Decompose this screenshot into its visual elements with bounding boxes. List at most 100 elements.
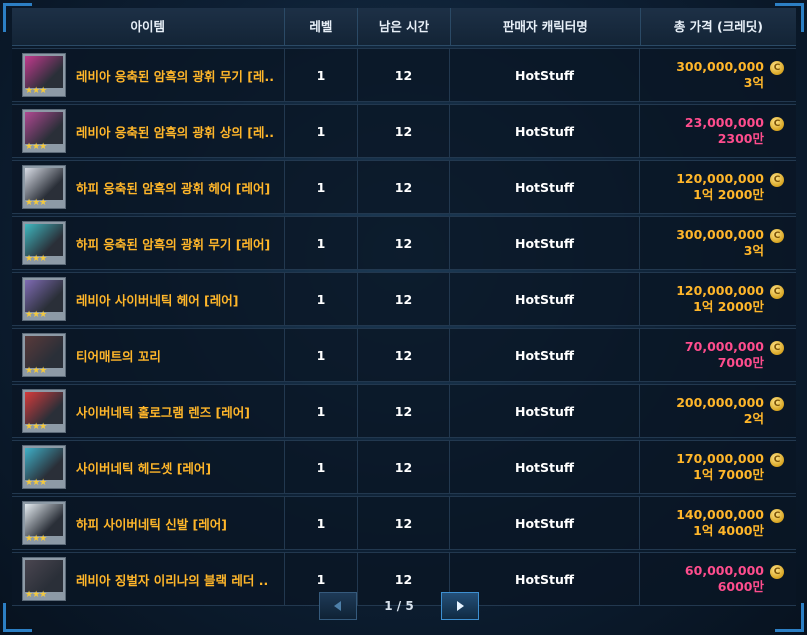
credit-coin-icon: C xyxy=(770,453,784,467)
item-name[interactable]: 사이버네틱 헤드셋 [레어] xyxy=(76,458,211,477)
item-level: 1 xyxy=(316,459,326,475)
price-full: 140,000,000 xyxy=(676,507,764,522)
header-total-price[interactable]: 총 가격 (크레딧) xyxy=(641,8,796,45)
price-full: 60,000,000 xyxy=(684,563,764,578)
price: 120,000,000 1억 2000만 xyxy=(676,171,764,203)
rarity-stars: ★★★ xyxy=(25,198,47,208)
item-name[interactable]: 하피 응축된 암흑의 광휘 무기 [레어] xyxy=(76,234,270,253)
price-cell: 300,000,000 3억 C xyxy=(640,49,796,101)
seller-name: HotStuff xyxy=(514,291,575,307)
rarity-stars: ★★★ xyxy=(25,254,47,264)
price-cell: 120,000,000 1억 2000만 C xyxy=(640,273,796,325)
seller-cell: HotStuff xyxy=(450,385,640,437)
weapon-icon xyxy=(25,56,63,88)
item-name[interactable]: 하피 사이버네틱 신발 [레어] xyxy=(76,514,227,533)
table-body: ★★★ 레비아 응축된 암흑의 광휘 무기 [레.. 1 12 HotStuff… xyxy=(12,48,796,606)
item-name[interactable]: 하피 응축된 암흑의 광휘 헤어 [레어] xyxy=(76,178,270,197)
price: 23,000,000 2300만 xyxy=(685,115,764,147)
table-header: 아이템 레벨 남은 시간 판매자 캐릭터명 총 가격 (크레딧) xyxy=(12,8,796,46)
header-item[interactable]: 아이템 xyxy=(12,8,285,45)
time-cell: 12 xyxy=(358,273,450,325)
item-icon[interactable]: ★★★ xyxy=(22,557,66,601)
header-level[interactable]: 레벨 xyxy=(285,8,359,45)
level-cell: 1 xyxy=(285,441,358,493)
seller-cell: HotStuff xyxy=(450,49,640,101)
table-row[interactable]: ★★★ 레비아 사이버네틱 헤어 [레어] 1 12 HotStuff 120,… xyxy=(12,272,796,326)
price-cell: 60,000,000 6000만 C xyxy=(640,553,796,605)
table-row[interactable]: ★★★ 사이버네틱 헤드셋 [레어] 1 12 HotStuff 170,000… xyxy=(12,440,796,494)
item-name[interactable]: 사이버네틱 홀로그램 렌즈 [레어] xyxy=(76,402,250,421)
price-full: 23,000,000 xyxy=(684,115,764,130)
item-level: 1 xyxy=(316,403,326,419)
item-name[interactable]: 레비아 징벌자 이리나의 블랙 레더 .. xyxy=(76,570,268,589)
item-icon[interactable]: ★★★ xyxy=(22,333,66,377)
pagination: 1 / 5 xyxy=(319,591,479,621)
item-name[interactable]: 레비아 사이버네틱 헤어 [레어] xyxy=(76,290,238,309)
headset-icon xyxy=(25,448,63,480)
seller-cell: HotStuff xyxy=(450,497,640,549)
item-icon[interactable]: ★★★ xyxy=(22,165,66,209)
arrow-left-icon xyxy=(334,601,341,611)
price-full: 200,000,000 xyxy=(676,395,764,410)
time-cell: 12 xyxy=(358,161,450,213)
time-left: 12 xyxy=(394,179,413,195)
price-cell: 140,000,000 1억 4000만 C xyxy=(640,497,796,549)
item-icon[interactable]: ★★★ xyxy=(22,389,66,433)
price-short: 7000만 xyxy=(717,355,764,370)
item-level: 1 xyxy=(316,179,326,195)
item-cell: ★★★ 레비아 사이버네틱 헤어 [레어] xyxy=(12,273,285,325)
item-name[interactable]: 티어매트의 꼬리 xyxy=(76,346,161,365)
seller-cell: HotStuff xyxy=(450,441,640,493)
seller-name: HotStuff xyxy=(514,515,575,531)
header-seller[interactable]: 판매자 캐릭터명 xyxy=(451,8,641,45)
item-cell: ★★★ 사이버네틱 홀로그램 렌즈 [레어] xyxy=(12,385,285,437)
item-name[interactable]: 레비아 응축된 암흑의 광휘 상의 [레.. xyxy=(76,122,274,141)
next-page-button[interactable] xyxy=(441,592,479,620)
arrow-right-icon xyxy=(457,601,464,611)
table-row[interactable]: ★★★ 사이버네틱 홀로그램 렌즈 [레어] 1 12 HotStuff 200… xyxy=(12,384,796,438)
item-icon[interactable]: ★★★ xyxy=(22,53,66,97)
auction-table: 아이템 레벨 남은 시간 판매자 캐릭터명 총 가격 (크레딧) ★★★ 레비아… xyxy=(12,8,796,606)
price-short: 2억 xyxy=(743,411,764,426)
item-icon[interactable]: ★★★ xyxy=(22,445,66,489)
time-left: 12 xyxy=(394,235,413,251)
time-cell: 12 xyxy=(358,217,450,269)
price: 120,000,000 1억 2000만 xyxy=(676,283,764,315)
table-row[interactable]: ★★★ 하피 응축된 암흑의 광휘 무기 [레어] 1 12 HotStuff … xyxy=(12,216,796,270)
time-left: 12 xyxy=(394,459,413,475)
item-cell: ★★★ 하피 사이버네틱 신발 [레어] xyxy=(12,497,285,549)
price-short: 1억 7000만 xyxy=(693,467,764,482)
time-left: 12 xyxy=(394,403,413,419)
header-time-left[interactable]: 남은 시간 xyxy=(358,8,451,45)
rarity-stars: ★★★ xyxy=(25,478,47,488)
seller-name: HotStuff xyxy=(514,403,575,419)
table-row[interactable]: ★★★ 레비아 응축된 암흑의 광휘 무기 [레.. 1 12 HotStuff… xyxy=(12,48,796,102)
time-cell: 12 xyxy=(358,49,450,101)
item-level: 1 xyxy=(316,347,326,363)
table-row[interactable]: ★★★ 하피 응축된 암흑의 광휘 헤어 [레어] 1 12 HotStuff … xyxy=(12,160,796,214)
price-cell: 200,000,000 2억 C xyxy=(640,385,796,437)
item-icon[interactable]: ★★★ xyxy=(22,501,66,545)
level-cell: 1 xyxy=(285,105,358,157)
item-icon[interactable]: ★★★ xyxy=(22,109,66,153)
tail-icon xyxy=(25,336,63,368)
seller-name: HotStuff xyxy=(514,179,575,195)
weapon-icon xyxy=(25,224,63,256)
shoes-icon xyxy=(25,504,63,536)
price-short: 2300만 xyxy=(717,131,764,146)
table-row[interactable]: ★★★ 티어매트의 꼬리 1 12 HotStuff 70,000,000 70… xyxy=(12,328,796,382)
item-cell: ★★★ 티어매트의 꼬리 xyxy=(12,329,285,381)
time-left: 12 xyxy=(394,291,413,307)
table-row[interactable]: ★★★ 레비아 응축된 암흑의 광휘 상의 [레.. 1 12 HotStuff… xyxy=(12,104,796,158)
price-short: 3억 xyxy=(743,243,764,258)
price: 200,000,000 2억 xyxy=(676,395,764,427)
table-row[interactable]: ★★★ 하피 사이버네틱 신발 [레어] 1 12 HotStuff 140,0… xyxy=(12,496,796,550)
level-cell: 1 xyxy=(285,217,358,269)
item-name[interactable]: 레비아 응축된 암흑의 광휘 무기 [레.. xyxy=(76,66,274,85)
prev-page-button[interactable] xyxy=(319,592,357,620)
price-cell: 23,000,000 2300만 C xyxy=(640,105,796,157)
seller-name: HotStuff xyxy=(514,67,575,83)
item-icon[interactable]: ★★★ xyxy=(22,277,66,321)
time-left: 12 xyxy=(394,347,413,363)
item-icon[interactable]: ★★★ xyxy=(22,221,66,265)
